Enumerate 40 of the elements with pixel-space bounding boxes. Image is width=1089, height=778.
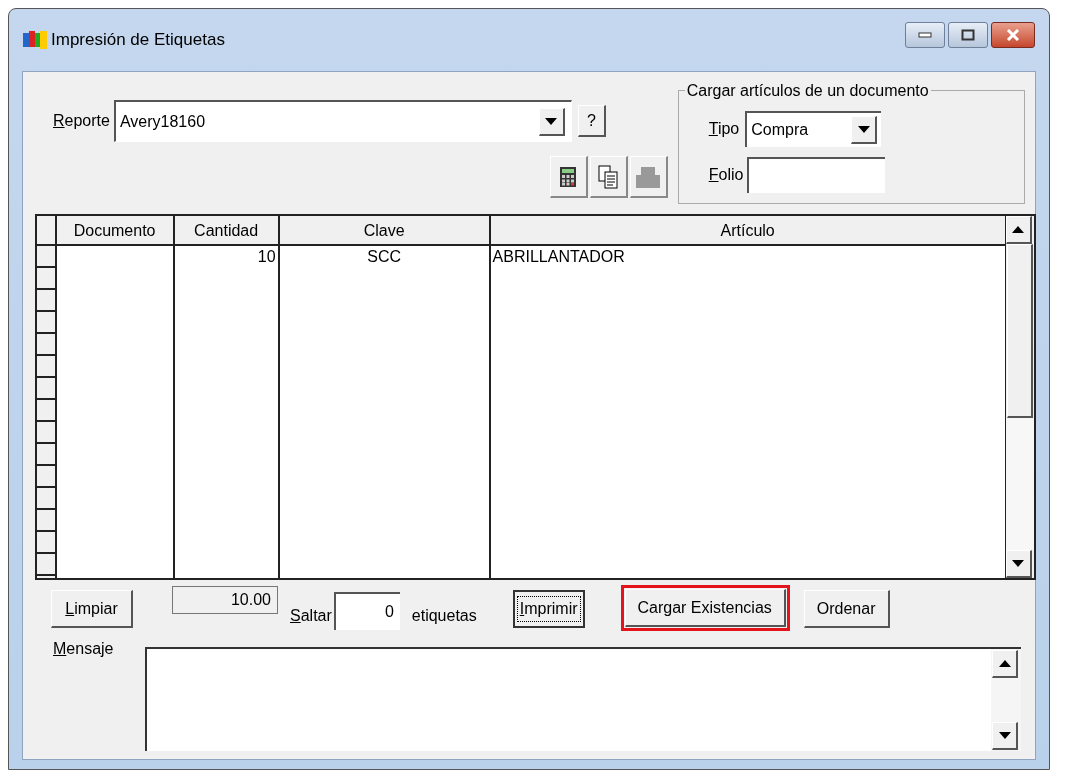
- total-quantity: 10.00: [172, 586, 278, 614]
- calculator-icon[interactable]: [549, 156, 588, 198]
- column-header[interactable]: Cantidad: [174, 216, 278, 246]
- vertical-scrollbar[interactable]: [1004, 216, 1034, 578]
- scroll-up-icon[interactable]: [992, 650, 1018, 678]
- close-button[interactable]: [991, 22, 1035, 48]
- message-field[interactable]: [145, 647, 1021, 751]
- window-title: Impresión de Etiquetas: [51, 29, 225, 52]
- skip-labels-field[interactable]: 0: [333, 592, 400, 630]
- help-button[interactable]: ?: [577, 105, 606, 137]
- folio-field[interactable]: [747, 157, 886, 193]
- action-button[interactable]: Cargar Existencias: [624, 589, 786, 627]
- etiquetas-label: etiquetas: [411, 606, 477, 626]
- action-button[interactable]: Ordenar: [803, 590, 890, 628]
- restore-button[interactable]: [948, 22, 988, 48]
- scroll-thumb[interactable]: [1006, 244, 1033, 418]
- minimize-icon: [918, 32, 932, 38]
- column-header[interactable]: Documento: [56, 216, 173, 246]
- scroll-up-icon[interactable]: [1005, 216, 1032, 244]
- table-cell-text: 10: [256, 247, 277, 267]
- scroll-down-icon[interactable]: [992, 722, 1018, 750]
- tipo-label: Tipo: [708, 119, 740, 139]
- restore-icon: [961, 29, 975, 41]
- column-header[interactable]: Clave: [279, 216, 489, 246]
- report-dropdown[interactable]: Avery18160: [113, 100, 572, 142]
- app-icon: [23, 29, 47, 51]
- saltar-label: Saltar: [290, 606, 332, 626]
- mensaje-label: Mensaje: [53, 639, 115, 659]
- table-cell-text: ABRILLANTADOR: [491, 247, 626, 267]
- scroll-down-icon[interactable]: [1005, 550, 1032, 578]
- tipo-dropdown[interactable]: Compra: [745, 111, 882, 147]
- table-cell-text: SCC: [366, 247, 402, 267]
- printer-icon[interactable]: [629, 156, 668, 198]
- column-header[interactable]: Artículo: [490, 216, 1005, 246]
- folio-label: Folio: [708, 165, 744, 185]
- limpiar-button[interactable]: Limpiar: [51, 590, 133, 628]
- action-button[interactable]: Imprimir: [512, 590, 585, 628]
- copy-icon[interactable]: [589, 156, 628, 198]
- reporte-label: Reporte: [53, 111, 110, 131]
- close-icon: [1006, 29, 1020, 41]
